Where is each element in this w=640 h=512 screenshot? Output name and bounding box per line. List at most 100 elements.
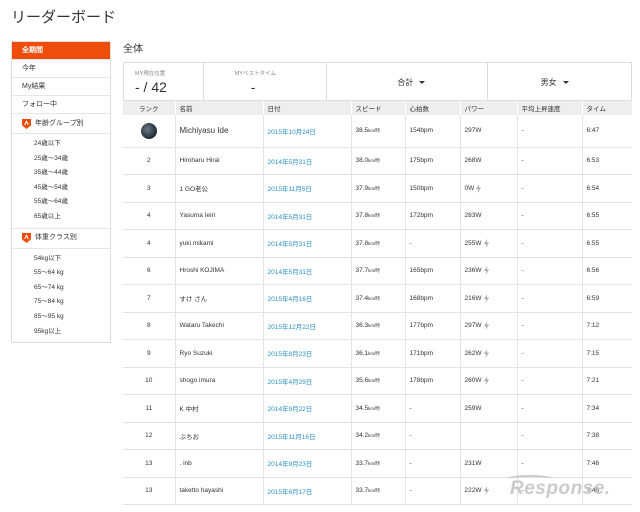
column-header-name[interactable]: 名前 (175, 101, 264, 115)
athlete-name[interactable]: shogo imura (175, 367, 264, 395)
table-row[interactable]: 8 Wataru Takechi 2015年12月22日 36.3km/時 177bpm… (123, 312, 632, 340)
logo-swoosh-icon (507, 475, 553, 483)
sidebar-item-age-35-44[interactable]: 35歳〜44歳 (12, 166, 110, 181)
column-header-date[interactable]: 日付 (263, 101, 352, 115)
sidebar-item-following[interactable]: フォロー中 (12, 96, 110, 114)
effort-date-link[interactable]: 2014年5月31日 (263, 229, 352, 258)
heart-rate-cell: 168bpm (405, 284, 461, 313)
table-row[interactable]: 7 すけ さん 2015年4月16日 37.4km/時 168bpm 216W -6:59 (123, 284, 632, 313)
column-header-speed[interactable]: スピード (351, 101, 406, 115)
table-row[interactable]: 9 Ryo Suzuki 2015年8月23日 36.1km/時 171bpm 262W -… (123, 339, 632, 368)
column-header-power[interactable]: パワー (460, 101, 518, 115)
athlete-name[interactable]: . inb (175, 449, 264, 478)
sidebar-item-age-25-34[interactable]: 25歳〜34歳 (12, 152, 110, 167)
sidebar-item-weight-54-under[interactable]: 54kg以下 (12, 252, 110, 267)
athlete-name[interactable]: 1 GO老公 (175, 174, 264, 203)
effort-date-link[interactable]: 2015年12月22日 (263, 312, 352, 340)
athlete-name[interactable]: ぶちお (175, 422, 264, 450)
power-value: 216 (464, 294, 476, 302)
speed-value: 34.5 (355, 404, 369, 412)
table-row[interactable]: 10 shogo imura 2015年4月29日 35.6km/時 178bpm 260… (123, 367, 632, 395)
sidebar-item-weight-85-95[interactable]: 85〜95 kg (12, 310, 110, 325)
speed-cell: 38.5km/時 (351, 115, 406, 148)
athlete-name[interactable]: Ryo Suzuki (175, 339, 264, 368)
total-filter-label: 合計 (397, 78, 414, 87)
speed-unit: km/時 (368, 433, 380, 439)
effort-date-link[interactable]: 2015年8月23日 (263, 339, 352, 368)
table-row[interactable]: 6 Hroshi KOJIMA 2014年5月31日 37.7km/時 165bpm 23… (123, 257, 632, 285)
speed-value: 37.8 (355, 239, 369, 247)
power-cell: 297W (460, 115, 518, 148)
speed-unit: km/時 (368, 323, 380, 329)
column-header-vam[interactable]: 平均上昇速度 (517, 101, 583, 115)
rank-cell: 2 (123, 147, 176, 175)
effort-date-link[interactable]: 2014年5月31日 (263, 257, 352, 285)
sidebar-item-age-65-over[interactable]: 65歳以上 (12, 210, 110, 225)
power-cell: 0W (460, 174, 518, 203)
sidebar-item-my-results[interactable]: My結果 (12, 78, 110, 96)
sidebar-item-weight-75-84[interactable]: 75〜84 kg (12, 295, 110, 310)
effort-date-link[interactable]: 2015年6月17日 (263, 477, 352, 505)
athlete-name[interactable]: Michiyasu Ide (175, 115, 264, 148)
athlete-name[interactable]: Hiroharu Hirai (175, 147, 264, 175)
sidebar-item-this-year[interactable]: 今年 (12, 60, 110, 78)
avatar[interactable] (140, 122, 157, 139)
sidebar-item-all-time[interactable]: 全期間 (12, 42, 110, 60)
speed-value: 37.8 (355, 212, 369, 220)
heart-rate-cell: 178bpm (405, 367, 461, 395)
column-header-rank[interactable]: ランク (123, 101, 176, 115)
speed-unit: km/時 (368, 405, 380, 411)
power-value: 260 (464, 377, 476, 385)
power-unit: W (475, 157, 482, 165)
table-row[interactable]: 12 ぶちお 2015年11月16日 34.2km/時 - -7:38 (123, 422, 632, 450)
heart-rate-cell: 150bpm (405, 174, 461, 203)
rank-cell: 10 (123, 367, 176, 395)
table-row[interactable]: 4 Yasuma Ieiri 2014年5月31日 37.8km/時 172bpm 283… (123, 202, 632, 230)
effort-date-link[interactable]: 2015年4月29日 (263, 367, 352, 395)
sidebar-item-age-55-64[interactable]: 55歳〜64歳 (12, 195, 110, 210)
table-row[interactable]: Michiyasu Ide 2015年10月24日 38.5km/時 154bpm 29… (123, 115, 632, 148)
heart-rate-cell: - (405, 394, 461, 423)
power-unit: W (475, 127, 482, 135)
effort-date-link[interactable]: 2014年9月22日 (263, 394, 352, 423)
sidebar-item-age-24-under[interactable]: 24歳以下 (12, 137, 110, 152)
effort-date-link[interactable]: 2014年5月31日 (263, 147, 352, 175)
speed-cell: 38.0km/時 (351, 147, 406, 175)
weight-class-badge-icon (22, 233, 31, 244)
table-row[interactable]: 13. inb 2014年9月23日 33.7km/時 -231W -7:46 (123, 449, 632, 478)
athlete-name[interactable]: taketto hayashi (175, 477, 264, 505)
vam-cell: - (517, 229, 583, 258)
gender-filter-dropdown[interactable]: 男女 (488, 63, 631, 100)
effort-date-link[interactable]: 2015年11月5日 (263, 174, 352, 203)
sidebar-item-age-45-54[interactable]: 45歳〜54歳 (12, 181, 110, 196)
speed-cell: 37.8km/時 (351, 202, 406, 230)
table-row[interactable]: 4 yuki mikami 2014年5月31日 37.8km/時 -255W -6:55 (123, 229, 632, 258)
effort-date-link[interactable]: 2015年4月16日 (263, 284, 352, 313)
athlete-name[interactable]: yuki mikami (175, 229, 264, 258)
table-row[interactable]: 2 Hiroharu Hirai 2014年5月31日 38.0km/時 175bpm 2… (123, 147, 632, 175)
table-row[interactable]: 11 K 中村 2014年9月22日 34.5km/時 -259W -7:34 (123, 394, 632, 423)
page-title: リーダーボード (11, 9, 117, 26)
time-cell: 6:56 (582, 257, 632, 285)
athlete-name[interactable]: Yasuma Ieiri (175, 202, 264, 230)
weight-class-list: 54kg以下 55〜64 kg 65〜74 kg 75〜84 kg 85〜95 … (12, 249, 110, 343)
speed-unit: km/時 (368, 295, 380, 301)
total-filter-dropdown[interactable]: 合計 (327, 63, 488, 100)
vam-cell: - (517, 312, 583, 340)
column-header-heart-rate[interactable]: 心拍数 (405, 101, 461, 115)
athlete-name[interactable]: すけ さん (175, 284, 264, 313)
sidebar-item-weight-55-64[interactable]: 55〜64 kg (12, 266, 110, 281)
athlete-name[interactable]: Wataru Takechi (175, 312, 264, 340)
effort-date-link[interactable]: 2015年10月24日 (263, 115, 352, 148)
effort-date-link[interactable]: 2014年5月31日 (263, 202, 352, 230)
effort-date-link[interactable]: 2014年9月23日 (263, 449, 352, 478)
sidebar-item-weight-95-over[interactable]: 95kg以上 (12, 325, 110, 340)
athlete-name[interactable]: Hroshi KOJIMA (175, 257, 264, 285)
column-header-time[interactable]: タイム (582, 101, 633, 115)
speed-unit: km/時 (368, 378, 380, 384)
sidebar-item-weight-65-74[interactable]: 65〜74 kg (12, 281, 110, 296)
effort-date-link[interactable]: 2015年11月16日 (263, 422, 352, 450)
my-best-time-cell: MYベストタイム - (204, 63, 328, 100)
athlete-name[interactable]: K 中村 (175, 394, 264, 423)
table-row[interactable]: 31 GO老公 2015年11月5日 37.9km/時 150bpm 0W -6:54 (123, 174, 632, 203)
